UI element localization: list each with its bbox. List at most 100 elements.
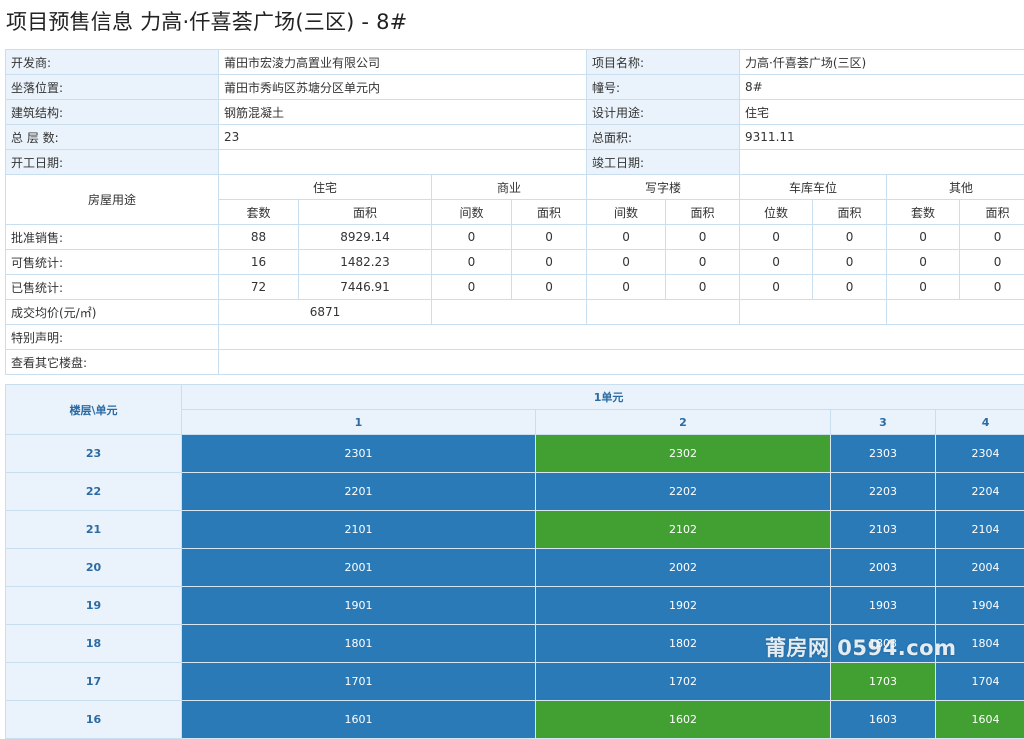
purpose-header: 房屋用途: [6, 175, 219, 225]
subheader: 套数: [219, 200, 299, 225]
floor-label: 19: [6, 587, 182, 625]
floor-row-23: 23 2301 2302 2303 2304: [6, 435, 1024, 473]
unit-cell-1701[interactable]: 1701: [182, 663, 536, 701]
stat-cell: 0: [813, 225, 887, 250]
stat-cell: 0: [887, 275, 960, 300]
group-header-residential: 住宅: [219, 175, 432, 200]
stat-cell: 0: [960, 275, 1024, 300]
unit-cell-2304[interactable]: 2304: [936, 435, 1024, 473]
stat-cell: 0: [960, 225, 1024, 250]
subheader: 面积: [512, 200, 587, 225]
unit-cell-1604[interactable]: 1604: [936, 701, 1024, 739]
unit-cell-2203[interactable]: 2203: [831, 473, 936, 511]
project-name-label: 项目名称:: [587, 50, 740, 75]
floor-label: 16: [6, 701, 182, 739]
stat-cell: 72: [219, 275, 299, 300]
project-info-table: 开发商: 莆田市宏淩力高置业有限公司 项目名称: 力高·仟喜荟广场(三区) 坐落…: [5, 49, 1024, 375]
floor-row-20: 20 2001 2002 2003 2004: [6, 549, 1024, 587]
avg-price-value: 6871: [219, 300, 432, 325]
floor-row-19: 19 1901 1902 1903 1904: [6, 587, 1024, 625]
unit-cell-2003[interactable]: 2003: [831, 549, 936, 587]
unit-cell-2004[interactable]: 2004: [936, 549, 1024, 587]
location-label: 坐落位置:: [6, 75, 219, 100]
stat-cell: 7446.91: [299, 275, 432, 300]
total-area-label: 总面积:: [587, 125, 740, 150]
floor-label: 20: [6, 549, 182, 587]
unit-cell-2201[interactable]: 2201: [182, 473, 536, 511]
subheader: 间数: [587, 200, 666, 225]
other-projects-value[interactable]: [219, 350, 1024, 375]
project-name-value: 力高·仟喜荟广场(三区): [740, 50, 1024, 75]
unit-cell-2204[interactable]: 2204: [936, 473, 1024, 511]
unit-cell-1704[interactable]: 1704: [936, 663, 1024, 701]
stat-cell: 0: [887, 225, 960, 250]
unit-cell-2302[interactable]: 2302: [536, 435, 831, 473]
unit-group-header: 1单元: [182, 385, 1024, 410]
page-title: 项目预售信息 力高·仟喜荟广场(三区) - 8#: [6, 6, 407, 36]
stats-row-sold: 已售统计: 72 7446.91 0 0 0 0 0 0 0 0: [6, 275, 1024, 300]
floor-label: 21: [6, 511, 182, 549]
unit-cell-1901[interactable]: 1901: [182, 587, 536, 625]
unit-cell-1602[interactable]: 1602: [536, 701, 831, 739]
unit-cell-1702[interactable]: 1702: [536, 663, 831, 701]
avg-price-label: 成交均价(元/㎡): [6, 300, 219, 325]
empty-cell: [887, 300, 1024, 325]
special-note-value: [219, 325, 1024, 350]
column-header-1: 1: [182, 410, 536, 435]
subheader: 间数: [432, 200, 512, 225]
unit-cell-2103[interactable]: 2103: [831, 511, 936, 549]
subheader: 面积: [666, 200, 740, 225]
stat-cell: 0: [666, 225, 740, 250]
finish-date-label: 竣工日期:: [587, 150, 740, 175]
stat-cell: 0: [512, 225, 587, 250]
floors-label: 总 层 数:: [6, 125, 219, 150]
unit-cell-2202[interactable]: 2202: [536, 473, 831, 511]
total-area-value: 9311.11: [740, 125, 1024, 150]
stat-cell: 0: [740, 225, 813, 250]
developer-label: 开发商:: [6, 50, 219, 75]
site-watermark: 莆房网 0594.com: [765, 632, 957, 662]
unit-cell-2002[interactable]: 2002: [536, 549, 831, 587]
unit-cell-1801[interactable]: 1801: [182, 625, 536, 663]
floor-label: 23: [6, 435, 182, 473]
subheader: 面积: [960, 200, 1024, 225]
floor-row-22: 22 2201 2202 2203 2204: [6, 473, 1024, 511]
unit-cell-1601[interactable]: 1601: [182, 701, 536, 739]
unit-cell-2303[interactable]: 2303: [831, 435, 936, 473]
usage-label: 设计用途:: [587, 100, 740, 125]
unit-cell-2101[interactable]: 2101: [182, 511, 536, 549]
structure-value: 钢筋混凝土: [219, 100, 587, 125]
unit-grid: 楼层\单元 1单元 1 2 3 4 23 2301 2302 2303 2304…: [5, 384, 1024, 739]
unit-cell-1603[interactable]: 1603: [831, 701, 936, 739]
stat-cell: 8929.14: [299, 225, 432, 250]
floor-label: 18: [6, 625, 182, 663]
unit-cell-1703[interactable]: 1703: [831, 663, 936, 701]
structure-label: 建筑结构:: [6, 100, 219, 125]
unit-cell-2301[interactable]: 2301: [182, 435, 536, 473]
other-projects-label: 查看其它楼盘:: [6, 350, 219, 375]
floor-row-17: 17 1701 1702 1703 1704: [6, 663, 1024, 701]
special-note-label: 特别声明:: [6, 325, 219, 350]
stat-cell: 0: [960, 250, 1024, 275]
usage-value: 住宅: [740, 100, 1024, 125]
unit-cell-1903[interactable]: 1903: [831, 587, 936, 625]
stat-cell: 0: [512, 275, 587, 300]
group-header-parking: 车库车位: [740, 175, 887, 200]
unit-cell-2001[interactable]: 2001: [182, 549, 536, 587]
stat-cell: 0: [432, 250, 512, 275]
stat-cell: 1482.23: [299, 250, 432, 275]
floor-label: 22: [6, 473, 182, 511]
stat-cell: 0: [432, 275, 512, 300]
unit-cell-2102[interactable]: 2102: [536, 511, 831, 549]
stat-cell: 0: [587, 225, 666, 250]
start-date-value: [219, 150, 587, 175]
stat-cell: 0: [666, 275, 740, 300]
unit-cell-2104[interactable]: 2104: [936, 511, 1024, 549]
finish-date-value: [740, 150, 1024, 175]
location-value: 莆田市秀屿区苏塘分区单元内: [219, 75, 587, 100]
unit-cell-1902[interactable]: 1902: [536, 587, 831, 625]
floor-unit-corner-header: 楼层\单元: [6, 385, 182, 435]
unit-cell-1904[interactable]: 1904: [936, 587, 1024, 625]
row-label: 已售统计:: [6, 275, 219, 300]
row-label: 批准销售:: [6, 225, 219, 250]
